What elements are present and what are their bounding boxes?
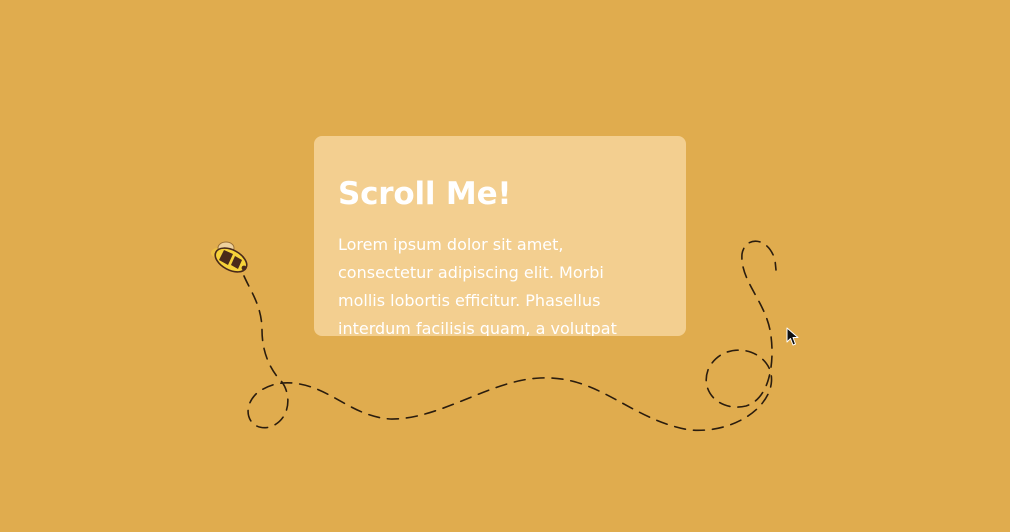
- scroll-card[interactable]: Scroll Me! Lorem ipsum dolor sit amet, c…: [314, 136, 686, 336]
- bee-icon: [211, 241, 248, 273]
- page-stage: Scroll Me! Lorem ipsum dolor sit amet, c…: [0, 0, 1010, 532]
- card-body-text: Lorem ipsum dolor sit amet, consectetur …: [338, 235, 617, 336]
- mouse-pointer-icon: [786, 327, 799, 346]
- card-title: Scroll Me!: [338, 176, 512, 212]
